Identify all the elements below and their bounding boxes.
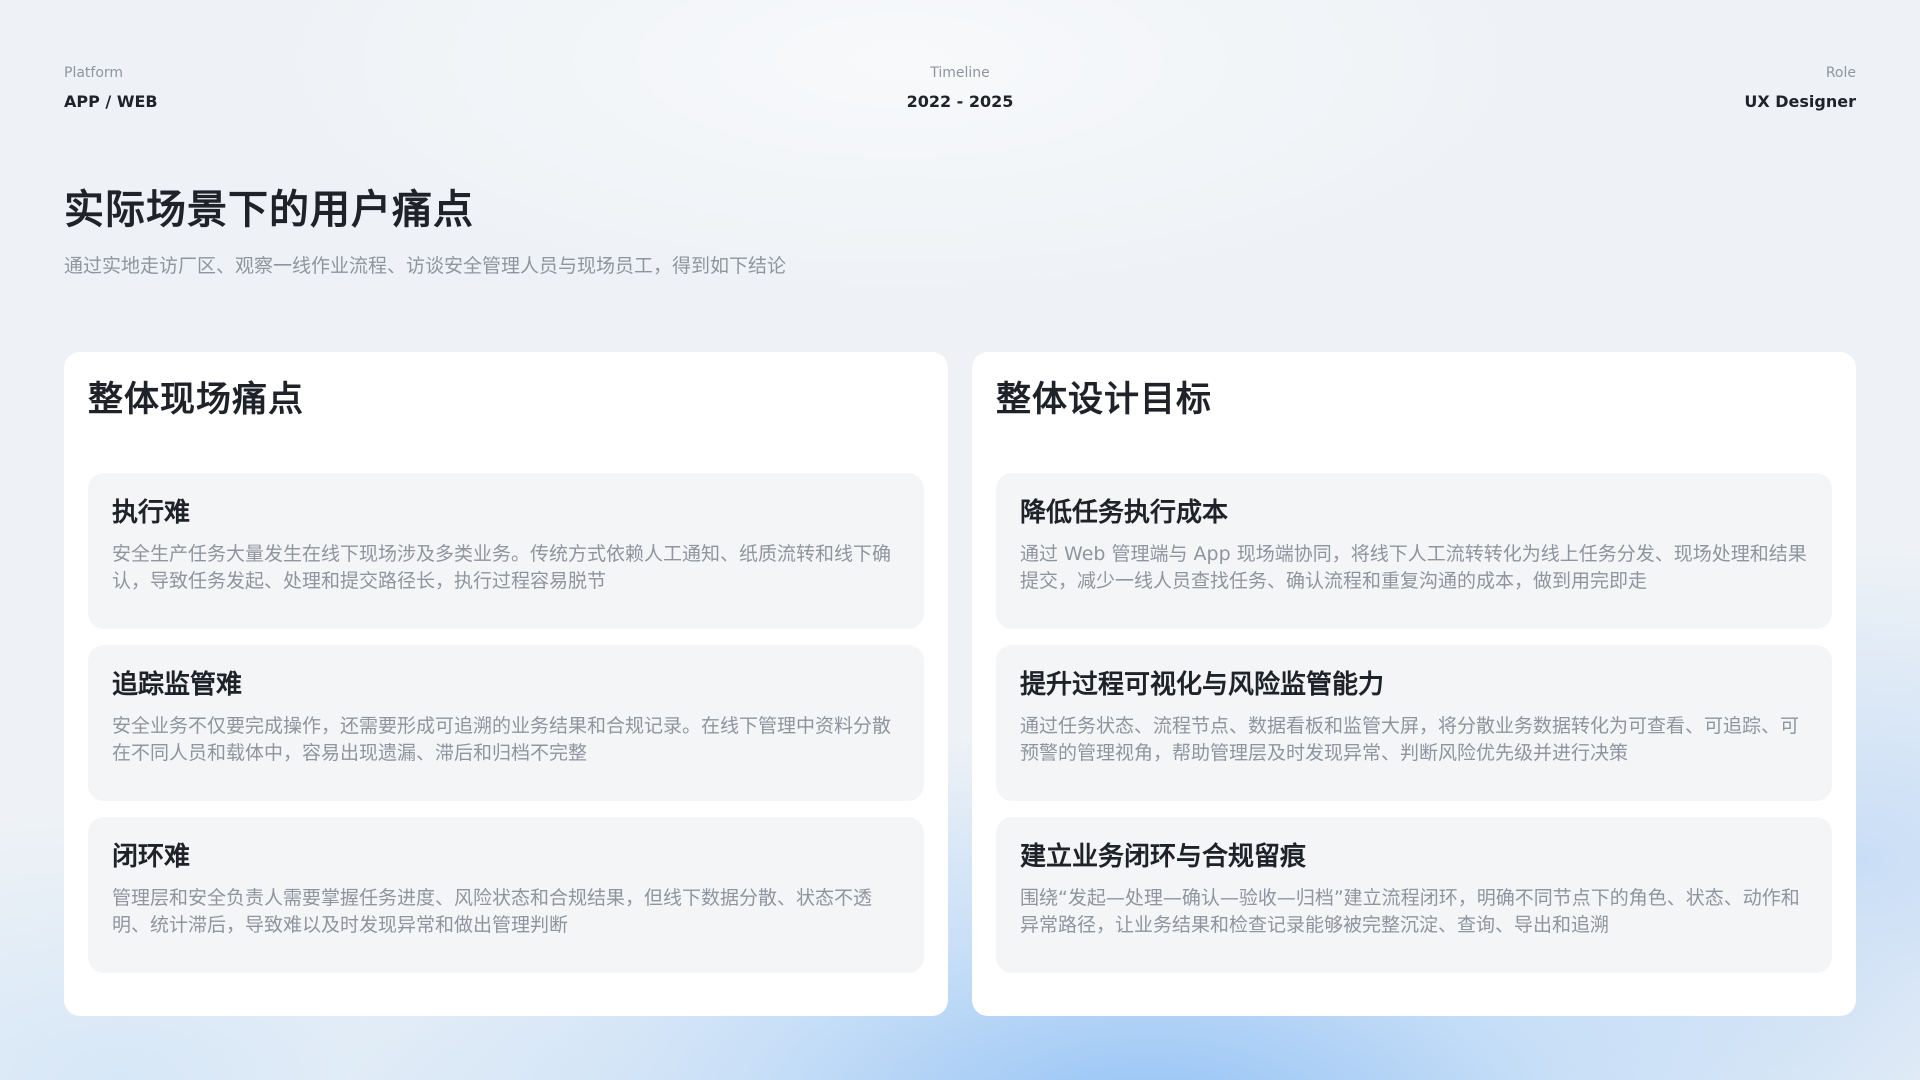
project-meta: Platform APP / WEB Timeline 2022 - 2025 … [64,64,1856,114]
pain-point-card: 执行难 安全生产任务大量发生在线下现场涉及多类业务。传统方式依赖人工通知、纸质流… [88,473,924,629]
design-goals-title: 整体设计目标 [996,380,1213,420]
card-title: 追踪监管难 [112,670,243,700]
card-description: 安全生产任务大量发生在线下现场涉及多类业务。传统方式依赖人工通知、纸质流转和线下… [112,543,892,592]
role-label: Role [1825,65,1856,81]
design-goal-card: 降低任务执行成本 通过 Web 管理端与 App 现场端协同，将线下人工流转转化… [996,473,1832,629]
meta-platform: Platform APP / WEB [64,64,158,112]
page-title: 实际场景下的用户痛点 [64,187,474,233]
page-subtitle: 通过实地走访厂区、观察一线作业流程、访谈安全管理人员与现场员工，得到如下结论 [64,255,787,277]
timeline-value: 2022 - 2025 [906,92,1014,111]
card-title: 提升过程可视化与风险监管能力 [1020,670,1385,700]
card-title: 降低任务执行成本 [1020,498,1229,528]
pain-point-card: 闭环难 管理层和安全负责人需要掌握任务进度、风险状态和合规结果，但线下数据分散、… [88,817,924,973]
card-title: 建立业务闭环与合规留痕 [1020,842,1307,872]
timeline-label: Timeline [930,65,990,81]
card-description: 通过任务状态、流程节点、数据看板和监管大屏，将分散业务数据转化为可查看、可追踪、… [1020,715,1800,764]
design-goals-list: 降低任务执行成本 通过 Web 管理端与 App 现场端协同，将线下人工流转转化… [996,473,1832,989]
card-title: 闭环难 [112,842,191,872]
pain-point-card: 追踪监管难 安全业务不仅要完成操作，还需要形成可追溯的业务结果和合规记录。在线下… [88,645,924,801]
card-description: 安全业务不仅要完成操作，还需要形成可追溯的业务结果和合规记录。在线下管理中资料分… [112,715,892,764]
meta-role: Role UX Designer [1744,64,1856,112]
card-description: 管理层和安全负责人需要掌握任务进度、风险状态和合规结果，但线下数据分散、状态不透… [112,887,873,936]
meta-timeline: Timeline 2022 - 2025 [907,64,1014,112]
platform-value: APP / WEB [64,92,158,111]
card-description: 通过 Web 管理端与 App 现场端协同，将线下人工流转转化为线上任务分发、现… [1020,543,1807,592]
pain-points-title: 整体现场痛点 [88,380,305,420]
pain-points-list: 执行难 安全生产任务大量发生在线下现场涉及多类业务。传统方式依赖人工通知、纸质流… [88,473,924,989]
pain-points-panel: 整体现场痛点 执行难 安全生产任务大量发生在线下现场涉及多类业务。传统方式依赖人… [64,352,948,1016]
design-goals-panel: 整体设计目标 降低任务执行成本 通过 Web 管理端与 App 现场端协同，将线… [972,352,1856,1016]
design-goal-card: 提升过程可视化与风险监管能力 通过任务状态、流程节点、数据看板和监管大屏，将分散… [996,645,1832,801]
card-title: 执行难 [112,498,191,528]
role-value: UX Designer [1744,92,1856,111]
card-description: 围绕“发起—处理—确认—验收—归档”建立流程闭环，明确不同节点下的角色、状态、动… [1020,887,1800,936]
platform-label: Platform [64,65,124,81]
design-goal-card: 建立业务闭环与合规留痕 围绕“发起—处理—确认—验收—归档”建立流程闭环，明确不… [996,817,1832,973]
